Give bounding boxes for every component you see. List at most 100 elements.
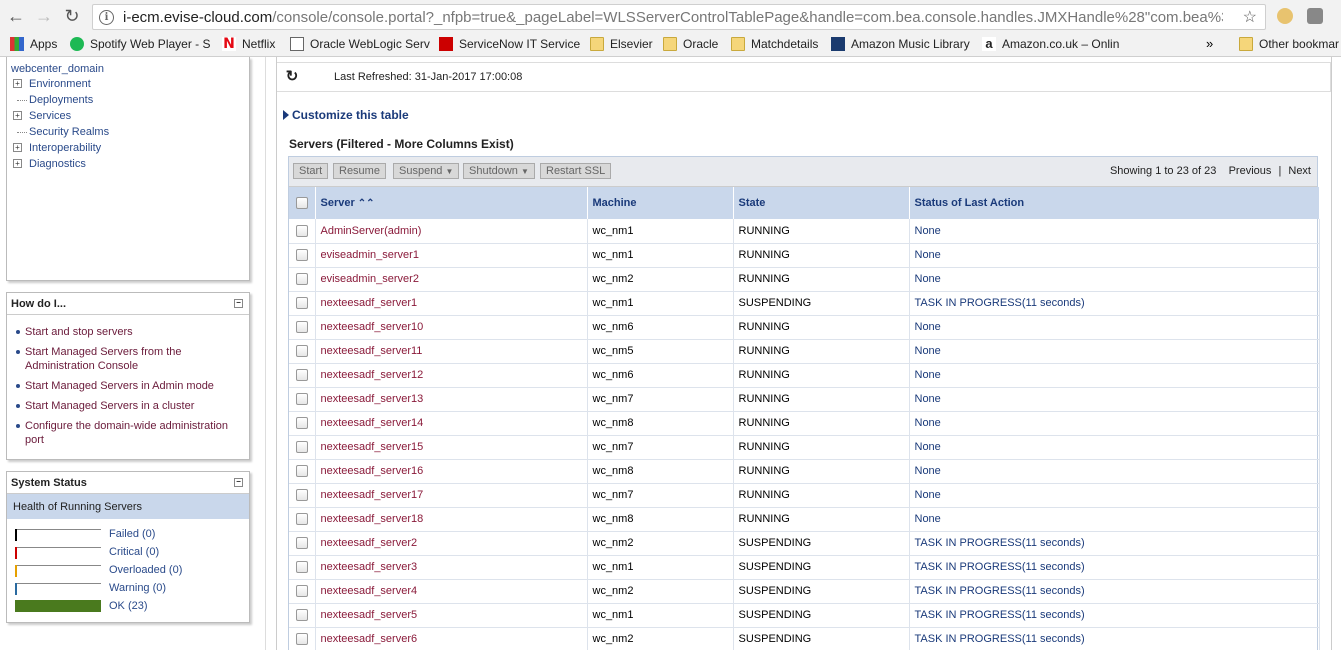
last-action-link[interactable]: None (909, 243, 1320, 268)
last-action-link[interactable]: None (909, 267, 1320, 292)
server-name-link[interactable]: nexteesadf_server16 (315, 459, 588, 484)
shutdown-button[interactable]: Shutdown ▼ (463, 163, 535, 179)
last-action-link[interactable]: TASK IN PROGRESS(11 seconds) (909, 555, 1320, 580)
server-name-link[interactable]: nexteesadf_server4 (315, 579, 588, 604)
bookmark-servicenow[interactable]: ServiceNow IT Service (439, 37, 580, 51)
row-checkbox[interactable] (295, 537, 308, 550)
refresh-icon[interactable]: ↻ (283, 68, 301, 86)
server-name-link[interactable]: nexteesadf_server15 (315, 435, 588, 460)
server-name-link[interactable]: nexteesadf_server11 (315, 339, 588, 364)
bookmark-star-icon[interactable]: ☆ (1243, 7, 1257, 27)
forward-icon[interactable]: → (32, 5, 56, 29)
expand-icon[interactable]: + (13, 79, 22, 88)
bookmark-apps[interactable]: Apps (10, 37, 57, 51)
customize-table-link[interactable]: Customize this table (283, 108, 409, 122)
row-checkbox[interactable] (295, 273, 308, 286)
resume-button[interactable]: Resume (333, 163, 386, 179)
row-checkbox[interactable] (295, 321, 308, 334)
server-name-link[interactable]: nexteesadf_server6 (315, 627, 588, 650)
address-bar[interactable]: i i-ecm.evise-cloud.com/console/console.… (92, 4, 1266, 30)
pane-divider[interactable] (265, 57, 266, 650)
expand-icon[interactable]: + (13, 111, 22, 120)
last-action-link[interactable]: None (909, 483, 1320, 508)
bookmark-other[interactable]: Other bookmar (1239, 37, 1339, 51)
last-action-link[interactable]: TASK IN PROGRESS(11 seconds) (909, 531, 1320, 556)
tree-item-diagnostics[interactable]: Diagnostics (29, 158, 86, 170)
reload-icon[interactable]: ↻ (60, 5, 84, 29)
health-label[interactable]: Overloaded (0) (109, 564, 182, 576)
last-action-link[interactable]: None (909, 459, 1320, 484)
server-name-link[interactable]: nexteesadf_server1 (315, 291, 588, 316)
bookmark-amazon-music[interactable]: Amazon Music Library (831, 37, 970, 51)
row-checkbox[interactable] (295, 297, 308, 310)
next-link[interactable]: Next (1288, 165, 1311, 177)
last-action-link[interactable]: None (909, 507, 1320, 532)
server-name-link[interactable]: nexteesadf_server3 (315, 555, 588, 580)
url-text[interactable]: i-ecm.evise-cloud.com/console/console.po… (123, 9, 1223, 26)
server-name-link[interactable]: nexteesadf_server2 (315, 531, 588, 556)
bookmarks-overflow-button[interactable]: » (1206, 36, 1213, 51)
row-checkbox[interactable] (295, 585, 308, 598)
suspend-button[interactable]: Suspend ▼ (393, 163, 460, 179)
column-header-server[interactable]: Server ⌃⌃ (315, 187, 588, 219)
row-checkbox[interactable] (295, 633, 308, 646)
row-checkbox[interactable] (295, 393, 308, 406)
bookmark-weblogic[interactable]: Oracle WebLogic Serv (290, 37, 430, 51)
expand-icon[interactable]: + (13, 143, 22, 152)
tree-item-deployments[interactable]: Deployments (29, 94, 93, 106)
last-action-link[interactable]: TASK IN PROGRESS(11 seconds) (909, 579, 1320, 604)
tree-root-link[interactable]: webcenter_domain (11, 63, 104, 75)
bookmark-netflix[interactable]: N Netflix (222, 37, 275, 51)
how-do-i-link[interactable]: Start Managed Servers from the Administr… (15, 345, 230, 373)
last-action-link[interactable]: None (909, 435, 1320, 460)
bookmark-matchdetails[interactable]: Matchdetails (731, 37, 818, 51)
last-action-link[interactable]: None (909, 315, 1320, 340)
server-name-link[interactable]: nexteesadf_server5 (315, 603, 588, 628)
health-label[interactable]: OK (23) (109, 600, 148, 612)
how-do-i-link[interactable]: Start Managed Servers in a cluster (15, 399, 230, 413)
server-name-link[interactable]: nexteesadf_server14 (315, 411, 588, 436)
tree-item-interoperability[interactable]: Interoperability (29, 142, 101, 154)
server-name-link[interactable]: nexteesadf_server18 (315, 507, 588, 532)
bookmark-oracle[interactable]: Oracle (663, 37, 718, 51)
row-checkbox[interactable] (295, 465, 308, 478)
column-header-state[interactable]: State (733, 187, 910, 219)
column-header-machine[interactable]: Machine (587, 187, 734, 219)
row-checkbox[interactable] (295, 489, 308, 502)
collapse-icon[interactable]: − (234, 478, 243, 487)
server-name-link[interactable]: eviseadmin_server1 (315, 243, 588, 268)
row-checkbox[interactable] (295, 513, 308, 526)
last-action-link[interactable]: TASK IN PROGRESS(11 seconds) (909, 603, 1320, 628)
health-label[interactable]: Critical (0) (109, 546, 159, 558)
select-all-checkbox[interactable] (295, 197, 308, 210)
collapse-icon[interactable]: − (234, 299, 243, 308)
row-checkbox[interactable] (295, 345, 308, 358)
last-action-link[interactable]: None (909, 219, 1320, 244)
how-do-i-link[interactable]: Configure the domain-wide administration… (15, 419, 230, 447)
expand-icon[interactable]: + (13, 159, 22, 168)
last-action-link[interactable]: None (909, 363, 1320, 388)
how-do-i-link[interactable]: Start and stop servers (15, 325, 230, 339)
info-icon[interactable]: i (99, 9, 114, 25)
server-name-link[interactable]: nexteesadf_server10 (315, 315, 588, 340)
sort-ascending-icon[interactable]: ⌃⌃ (358, 198, 375, 209)
health-label[interactable]: Warning (0) (109, 582, 166, 594)
extension-cookie-icon[interactable] (1277, 8, 1293, 24)
tree-item-services[interactable]: Services (29, 110, 71, 122)
row-checkbox[interactable] (295, 369, 308, 382)
tree-item-security-realms[interactable]: Security Realms (29, 126, 109, 138)
bookmark-spotify[interactable]: Spotify Web Player - S (70, 37, 211, 51)
row-checkbox[interactable] (295, 441, 308, 454)
health-label[interactable]: Failed (0) (109, 528, 155, 540)
last-action-link[interactable]: TASK IN PROGRESS(11 seconds) (909, 627, 1320, 650)
row-checkbox[interactable] (295, 417, 308, 430)
server-name-link[interactable]: nexteesadf_server13 (315, 387, 588, 412)
row-checkbox[interactable] (295, 609, 308, 622)
column-header-status[interactable]: Status of Last Action (909, 187, 1320, 219)
server-name-link[interactable]: AdminServer(admin) (315, 219, 588, 244)
restart-ssl-button[interactable]: Restart SSL (540, 163, 612, 179)
row-checkbox[interactable] (295, 224, 308, 237)
server-name-link[interactable]: nexteesadf_server12 (315, 363, 588, 388)
bookmark-elsevier[interactable]: Elsevier (590, 37, 653, 51)
start-button[interactable]: Start (293, 163, 329, 179)
